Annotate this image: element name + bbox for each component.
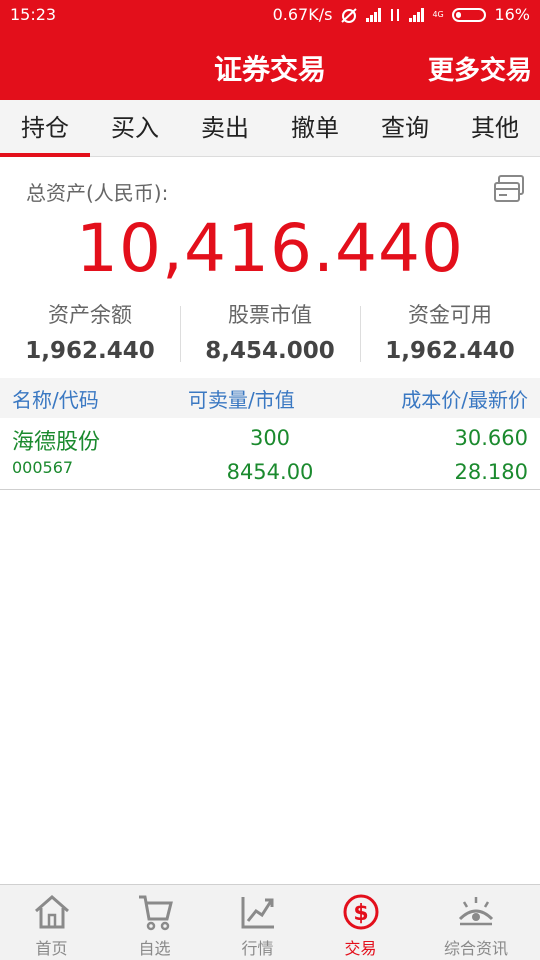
nav-home[interactable]: 首页 xyxy=(0,885,103,960)
column-cost-latest: 成本价/最新价 xyxy=(401,388,528,412)
battery-icon xyxy=(452,7,487,22)
total-assets-value: 10,416.440 xyxy=(76,210,464,287)
stat-value: 1,962.440 xyxy=(385,338,515,364)
table-row[interactable]: 海德股份 000567 300 8454.00 30.660 28.180 xyxy=(0,418,540,490)
nav-label: 行情 xyxy=(241,939,274,958)
tab-cancel-order[interactable]: 撤单 xyxy=(270,100,360,156)
sellable-qty: 300 xyxy=(249,426,291,450)
app-header: 证券交易 更多交易 xyxy=(0,30,540,100)
column-qty-value: 可卖量/市值 xyxy=(188,388,295,412)
cost-price: 30.660 xyxy=(454,426,528,450)
nav-label: 自选 xyxy=(138,939,171,958)
bottom-nav: 首页 自选 行情 $ 交易 综合资讯 xyxy=(0,884,540,960)
column-name-code: 名称/代码 xyxy=(12,388,99,412)
stat-value: 1,962.440 xyxy=(25,338,155,364)
stat-label: 资金可用 xyxy=(408,303,492,327)
nav-market[interactable]: 行情 xyxy=(206,885,309,960)
asset-stats: 资产余额 1,962.440 股票市值 8,454.000 资金可用 1,962… xyxy=(0,300,540,370)
nav-label: 综合资讯 xyxy=(443,939,508,958)
home-icon xyxy=(34,895,69,929)
stat-value: 8,454.000 xyxy=(205,338,335,364)
stock-name: 海德股份 xyxy=(12,430,101,455)
signal-4g-icon xyxy=(409,7,425,22)
total-assets-label: 总资产(人民币): xyxy=(26,181,169,205)
status-time: 15:23 xyxy=(10,5,57,24)
stat-available-funds: 资金可用 1,962.440 xyxy=(360,300,540,370)
bank-card-icon[interactable] xyxy=(493,174,525,204)
dollar-circle-icon: $ xyxy=(343,894,378,930)
stat-label: 资产余额 xyxy=(48,303,132,327)
nav-news[interactable]: 综合资讯 xyxy=(412,885,540,960)
net-type: 4G xyxy=(432,9,444,19)
eye-radar-icon xyxy=(458,897,494,926)
holdings-table-header: 名称/代码 可卖量/市值 成本价/最新价 xyxy=(0,378,540,418)
latest-price: 28.180 xyxy=(454,460,528,484)
svg-text:$: $ xyxy=(353,901,368,926)
tab-holdings[interactable]: 持仓 xyxy=(0,100,90,157)
trade-tabs: 持仓 买入 卖出 撤单 查询 其他 xyxy=(0,100,540,157)
stat-stock-market-value: 股票市值 8,454.000 xyxy=(180,300,360,370)
status-indicators: 0.67K/s 4G 16% xyxy=(273,5,530,24)
signal-icon xyxy=(366,7,382,22)
tab-other[interactable]: 其他 xyxy=(450,100,540,156)
data-arrows-icon xyxy=(391,8,400,21)
net-speed: 0.67K/s xyxy=(272,5,333,24)
status-bar: 15:23 0.67K/s 4G 16% xyxy=(0,0,540,30)
stat-label: 股票市值 xyxy=(228,303,312,327)
alarm-off-icon xyxy=(341,7,358,23)
stock-code: 000567 xyxy=(12,458,74,477)
more-trading-button[interactable]: 更多交易 xyxy=(428,50,532,87)
battery-level: 16% xyxy=(494,5,530,24)
nav-trading[interactable]: $ 交易 xyxy=(309,885,412,960)
stat-asset-balance: 资产余额 1,962.440 xyxy=(0,300,180,370)
trend-chart-icon xyxy=(241,897,274,929)
tab-query[interactable]: 查询 xyxy=(360,100,450,156)
cart-icon xyxy=(138,895,173,931)
nav-watchlist[interactable]: 自选 xyxy=(103,885,206,960)
nav-label: 交易 xyxy=(344,939,377,958)
nav-label: 首页 xyxy=(35,939,68,958)
tab-sell[interactable]: 卖出 xyxy=(180,100,270,156)
market-value: 8454.00 xyxy=(226,460,314,484)
trading-screen: 15:23 0.67K/s 4G 16% 证券交易 更多交易 持仓 买入 卖出 … xyxy=(0,0,540,960)
tab-buy[interactable]: 买入 xyxy=(90,100,180,156)
